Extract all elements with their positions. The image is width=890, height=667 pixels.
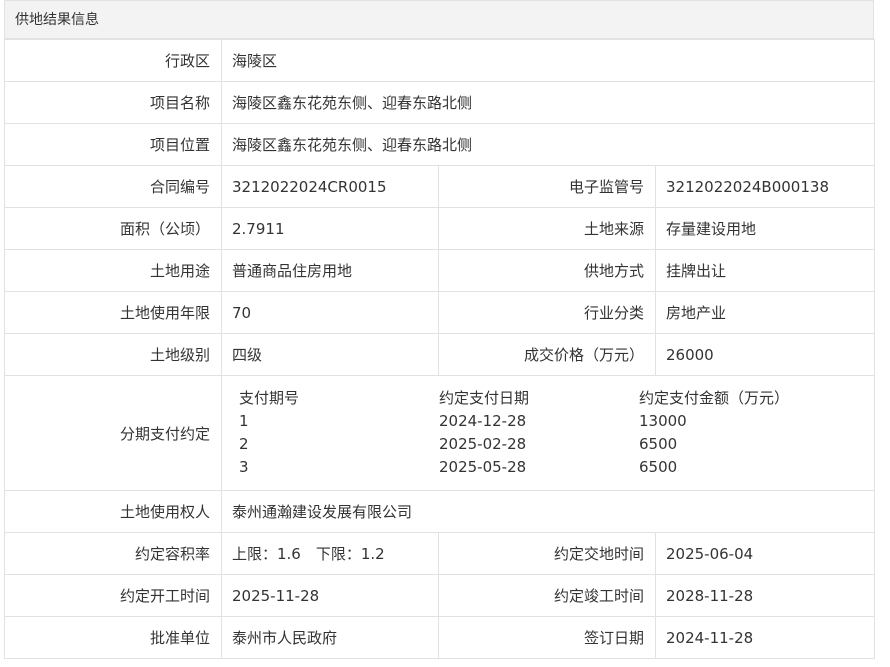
row-land-grade: 土地级别 四级 成交价格（万元） 26000: [4, 333, 875, 376]
land-use-label: 土地用途: [4, 249, 222, 292]
project-name-label: 项目名称: [4, 81, 222, 124]
area-value: 2.7911: [221, 207, 439, 250]
installment-date: 2025-05-28: [439, 458, 527, 476]
use-term-label: 土地使用年限: [4, 291, 222, 334]
industry-value: 房地产业: [655, 291, 875, 334]
supply-method-value: 挂牌出让: [655, 249, 875, 292]
use-term-value: 70: [221, 291, 439, 334]
installment-amount: 13000: [639, 412, 687, 430]
installment-amount: 6500: [639, 458, 678, 476]
installment-period: 3: [239, 458, 249, 476]
installment-col-amount: 约定支付金额（万元）: [639, 389, 790, 407]
approval-unit-label: 批准单位: [4, 616, 222, 659]
row-start-time: 约定开工时间 2025-11-28 约定竣工时间 2028-11-28: [4, 574, 875, 617]
row-use-term: 土地使用年限 70 行业分类 房地产业: [4, 291, 875, 334]
land-source-value: 存量建设用地: [655, 207, 875, 250]
start-time-value: 2025-11-28: [221, 574, 439, 617]
contract-no-label: 合同编号: [4, 165, 222, 208]
land-use-value: 普通商品住房用地: [221, 249, 439, 292]
land-source-label: 土地来源: [438, 207, 656, 250]
project-location-value: 海陵区鑫东花苑东侧、迎春东路北侧: [221, 123, 875, 166]
row-project-location: 项目位置 海陵区鑫东花苑东侧、迎春东路北侧: [4, 123, 875, 166]
land-user-value: 泰州通瀚建设发展有限公司: [221, 490, 875, 533]
land-user-label: 土地使用权人: [4, 490, 222, 533]
deal-price-value: 26000: [655, 333, 875, 376]
land-grade-label: 土地级别: [4, 333, 222, 376]
section-title: 供地结果信息: [4, 0, 874, 39]
supply-method-label: 供地方式: [438, 249, 656, 292]
district-label: 行政区: [4, 39, 222, 82]
start-time-label: 约定开工时间: [4, 574, 222, 617]
sign-date-label: 签订日期: [438, 616, 656, 659]
plot-ratio-label: 约定容积率: [4, 532, 222, 575]
installments-label: 分期支付约定: [4, 375, 222, 491]
installment-date: 2024-12-28: [439, 412, 527, 430]
installment-period: 1: [239, 412, 249, 430]
row-plot-ratio: 约定容积率 上限：1.6 下限：1.2 约定交地时间 2025-06-04: [4, 532, 875, 575]
installment-amount: 6500: [639, 435, 678, 453]
installments-cell: 支付期号 约定支付日期 约定支付金额（万元） 1 2024-12-28 1300…: [221, 375, 875, 491]
installment-date: 2025-02-28: [439, 435, 527, 453]
installment-period: 2: [239, 435, 249, 453]
handover-time-value: 2025-06-04: [655, 532, 875, 575]
deal-price-label: 成交价格（万元）: [438, 333, 656, 376]
plot-ratio-value: 上限：1.6 下限：1.2: [221, 532, 439, 575]
row-installments: 分期支付约定 支付期号 约定支付日期 约定支付金额（万元） 1 2024-12-…: [4, 375, 875, 491]
row-district: 行政区 海陵区: [4, 39, 875, 82]
installment-col-period: 支付期号: [239, 389, 300, 407]
row-contract: 合同编号 3212022024CR0015 电子监管号 3212022024B0…: [4, 165, 875, 208]
approval-unit-value: 泰州市人民政府: [221, 616, 439, 659]
supervision-no-label: 电子监管号: [438, 165, 656, 208]
installment-schedule: 支付期号 约定支付日期 约定支付金额（万元） 1 2024-12-28 1300…: [222, 387, 874, 479]
land-supply-result-panel: 供地结果信息 行政区 海陵区 项目名称 海陵区鑫东花苑东侧、迎春东路北侧 项目位…: [4, 0, 875, 659]
sign-date-value: 2024-11-28: [655, 616, 875, 659]
industry-label: 行业分类: [438, 291, 656, 334]
district-value: 海陵区: [221, 39, 875, 82]
area-label: 面积（公顷）: [4, 207, 222, 250]
installment-col-date: 约定支付日期: [439, 389, 530, 407]
handover-time-label: 约定交地时间: [438, 532, 656, 575]
row-area: 面积（公顷） 2.7911 土地来源 存量建设用地: [4, 207, 875, 250]
row-project-name: 项目名称 海陵区鑫东花苑东侧、迎春东路北侧: [4, 81, 875, 124]
land-supply-result-table: 行政区 海陵区 项目名称 海陵区鑫东花苑东侧、迎春东路北侧 项目位置 海陵区鑫东…: [4, 39, 875, 659]
project-name-value: 海陵区鑫东花苑东侧、迎春东路北侧: [221, 81, 875, 124]
land-grade-value: 四级: [221, 333, 439, 376]
project-location-label: 项目位置: [4, 123, 222, 166]
row-land-user: 土地使用权人 泰州通瀚建设发展有限公司: [4, 490, 875, 533]
completion-time-label: 约定竣工时间: [438, 574, 656, 617]
completion-time-value: 2028-11-28: [655, 574, 875, 617]
supervision-no-value: 3212022024B000138: [655, 165, 875, 208]
contract-no-value: 3212022024CR0015: [221, 165, 439, 208]
row-land-use: 土地用途 普通商品住房用地 供地方式 挂牌出让: [4, 249, 875, 292]
row-approval: 批准单位 泰州市人民政府 签订日期 2024-11-28: [4, 616, 875, 659]
